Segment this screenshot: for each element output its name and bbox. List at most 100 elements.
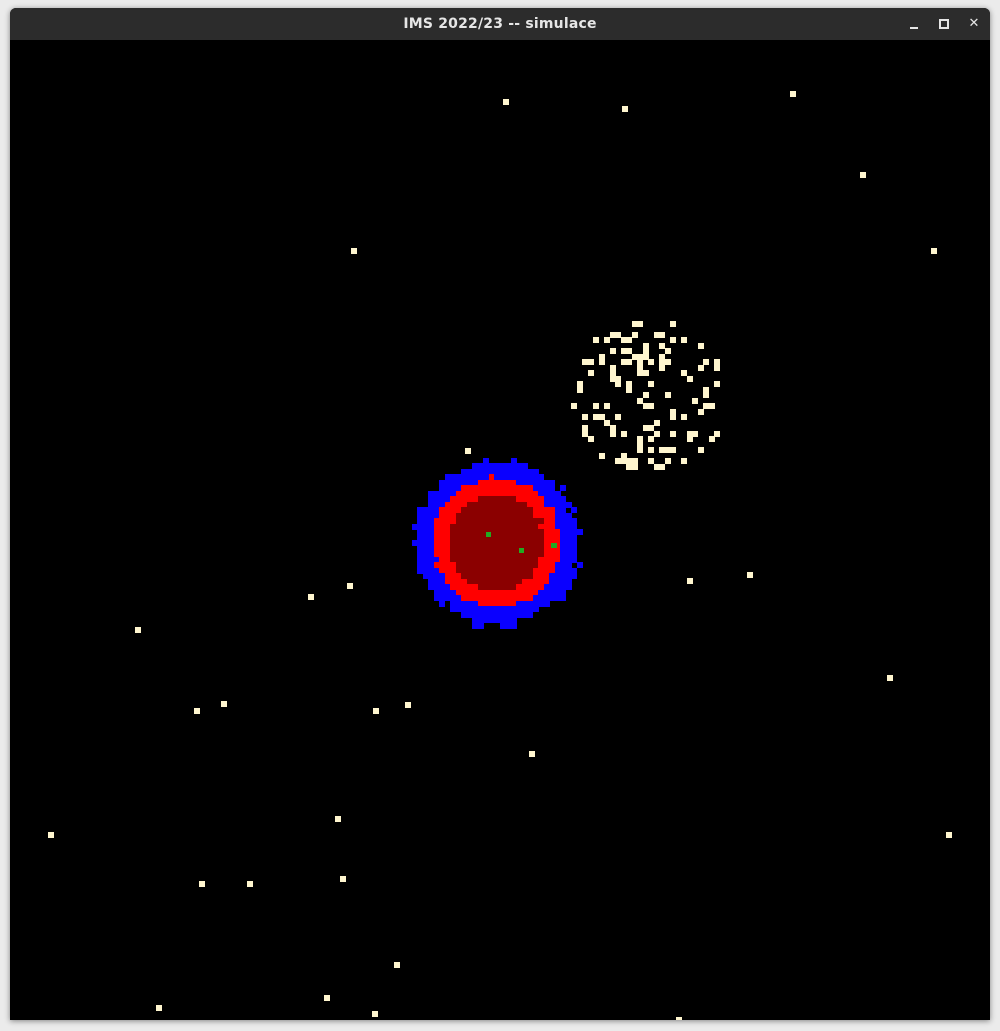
marker: [486, 532, 491, 537]
maximize-button[interactable]: [934, 14, 954, 34]
outer-layer-cell: [439, 601, 445, 607]
particle: [631, 463, 638, 470]
particle: [790, 91, 796, 97]
particle: [598, 452, 605, 459]
particle: [372, 1011, 378, 1017]
particle: [708, 436, 715, 442]
particle: [687, 578, 693, 584]
particle: [637, 447, 643, 453]
particle: [582, 414, 588, 420]
particle: [615, 414, 621, 420]
particle: [686, 436, 693, 442]
particle: [681, 337, 687, 343]
particle: [681, 370, 687, 376]
particle: [946, 832, 952, 838]
marker: [519, 548, 524, 553]
particle: [697, 364, 704, 371]
particle: [697, 342, 704, 349]
particle: [714, 430, 720, 437]
particle: [637, 320, 643, 327]
particle: [308, 594, 314, 600]
particle: [465, 448, 471, 454]
particle: [648, 436, 654, 442]
particle: [659, 447, 665, 453]
minimize-icon: [910, 27, 918, 29]
marker: [551, 543, 557, 548]
outer-layer-cell: [577, 562, 583, 568]
particle: [648, 359, 654, 365]
particle: [648, 458, 654, 464]
particle: [620, 359, 627, 365]
particle: [697, 447, 704, 453]
particle: [860, 172, 866, 178]
title-bar[interactable]: IMS 2022/23 -- simulace ✕: [10, 8, 990, 40]
outer-layer-cell: [511, 623, 517, 629]
particle: [670, 447, 676, 453]
particle: [659, 342, 665, 349]
close-icon: ✕: [968, 16, 980, 31]
outer-layer-cell: [577, 529, 583, 535]
particle: [747, 572, 753, 578]
particle: [659, 463, 665, 470]
outer-layer-cell: [544, 601, 550, 607]
particle: [593, 337, 599, 343]
particle: [648, 447, 654, 453]
particle: [664, 458, 671, 464]
particle: [637, 436, 643, 442]
particle: [604, 337, 610, 343]
particle: [609, 425, 616, 431]
particle: [156, 1005, 162, 1011]
simulation-canvas: [10, 40, 990, 1020]
particle: [609, 430, 616, 437]
particle: [194, 708, 200, 714]
particle: [199, 881, 205, 887]
particle: [593, 403, 599, 409]
particle: [637, 364, 643, 371]
particle: [664, 392, 671, 398]
maximize-icon: [939, 19, 949, 29]
particle: [653, 419, 660, 426]
particle: [648, 381, 654, 387]
outer-layer-cell: [478, 623, 484, 629]
particle: [670, 430, 676, 437]
particle: [394, 962, 400, 968]
particle: [529, 751, 535, 757]
particle: [648, 403, 654, 409]
particle: [642, 348, 649, 354]
particle: [373, 708, 379, 714]
particle: [703, 392, 709, 398]
particle: [587, 359, 594, 365]
particle: [670, 320, 676, 327]
particle: [626, 337, 632, 343]
close-button[interactable]: ✕: [964, 14, 984, 34]
particle: [670, 337, 676, 343]
particle: [697, 408, 704, 415]
particle: [931, 248, 937, 254]
minimize-button[interactable]: [904, 14, 924, 34]
particle: [48, 832, 54, 838]
particle: [221, 701, 227, 707]
particle: [615, 458, 621, 464]
outer-layer-cell: [533, 606, 539, 612]
particle: [604, 419, 610, 426]
particle: [681, 458, 687, 464]
particle: [598, 359, 605, 365]
particle: [686, 375, 693, 382]
particle: [609, 364, 616, 371]
particle: [626, 348, 632, 354]
outer-layer-cell: [560, 595, 566, 601]
particle: [347, 583, 353, 589]
particle: [887, 675, 893, 681]
particle: [659, 331, 665, 338]
particle: [664, 348, 671, 354]
particle: [615, 331, 621, 338]
particle: [351, 248, 357, 254]
particle: [576, 386, 583, 393]
particle: [637, 370, 643, 376]
particle: [637, 353, 643, 360]
particle: [587, 436, 594, 442]
particle: [609, 375, 616, 382]
window-title: IMS 2022/23 -- simulace: [403, 16, 597, 32]
particle: [631, 331, 638, 338]
particle: [692, 430, 698, 437]
